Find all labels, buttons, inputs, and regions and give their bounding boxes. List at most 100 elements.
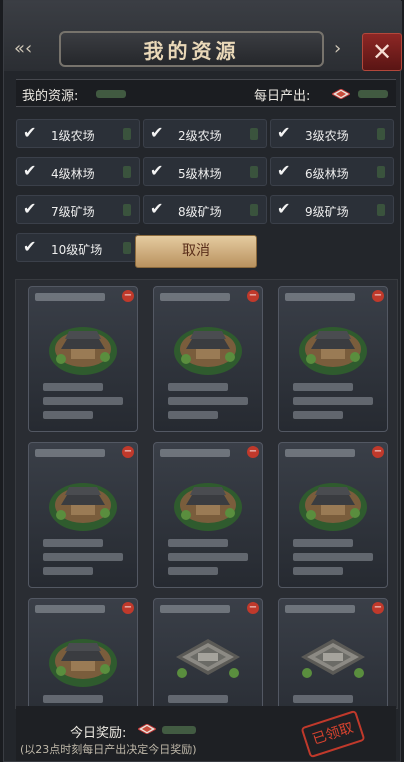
check-icon: ✔ (150, 199, 164, 218)
filter-count-bar (123, 204, 131, 216)
remove-badge-icon[interactable]: − (122, 602, 134, 614)
filter-chip[interactable]: ✔ 1级农场 (16, 119, 140, 148)
card-info-redacted (43, 383, 125, 421)
my-resources-value (96, 90, 126, 98)
farm-image (174, 483, 242, 531)
filter-chip[interactable]: ✔ 6级林场 (270, 157, 394, 186)
remove-badge-icon[interactable]: − (372, 446, 384, 458)
filter-label: 6级林场 (305, 167, 349, 181)
diamond-icon (138, 724, 156, 734)
reward-footer: 今日奖励: (以23点时刻每日产出决定今日奖励) 已领取 (16, 706, 396, 761)
filter-count-bar (377, 204, 385, 216)
remove-badge-icon[interactable]: − (247, 290, 259, 302)
check-icon: ✔ (277, 161, 291, 180)
filter-chip[interactable]: ✔ 2级农场 (143, 119, 267, 148)
card-title-redacted (285, 293, 355, 301)
filter-chip[interactable]: ✔ 8级矿场 (143, 195, 267, 224)
title-bar: «‹ 我的资源 › ✕ (4, 1, 402, 71)
filter-chip[interactable]: ✔ 10级矿场 (16, 233, 140, 262)
card-title-redacted (35, 605, 105, 613)
farm-image (49, 483, 117, 531)
check-icon: ✔ (23, 161, 37, 180)
compound-image (176, 639, 240, 678)
filter-chip[interactable]: ✔ 3级农场 (270, 119, 394, 148)
daily-output-value (358, 90, 388, 98)
farm-image (299, 483, 367, 531)
filter-count-bar (123, 242, 131, 254)
check-icon: ✔ (23, 199, 37, 218)
today-reward-value (162, 726, 196, 734)
card-title-redacted (160, 605, 230, 613)
compound-image (301, 639, 365, 678)
check-icon: ✔ (23, 123, 37, 142)
card-info-redacted (168, 383, 250, 421)
filter-count-bar (123, 166, 131, 178)
today-reward-label: 今日奖励: (70, 726, 127, 741)
cancel-button[interactable]: 取消 (135, 235, 257, 268)
remove-badge-icon[interactable]: − (372, 602, 384, 614)
filter-chip[interactable]: ✔ 7级矿场 (16, 195, 140, 224)
resource-summary: 我的资源: 每日产出: (16, 79, 396, 107)
close-button[interactable]: ✕ (362, 33, 402, 71)
card-title-redacted (285, 605, 355, 613)
check-icon: ✔ (277, 123, 291, 142)
card-info-redacted (293, 383, 375, 421)
check-icon: ✔ (277, 199, 291, 218)
filter-label: 8级矿场 (178, 205, 222, 219)
check-icon: ✔ (150, 161, 164, 180)
card-title-redacted (35, 449, 105, 457)
card-title-redacted (160, 449, 230, 457)
filter-chip[interactable]: ✔ 9级矿场 (270, 195, 394, 224)
filter-label: 3级农场 (305, 129, 349, 143)
farm-image (174, 327, 242, 375)
remove-badge-icon[interactable]: − (247, 446, 259, 458)
resource-card[interactable]: − (278, 442, 388, 588)
filter-chip[interactable]: ✔ 5级林场 (143, 157, 267, 186)
filter-label: 4级林场 (51, 167, 95, 181)
remove-badge-icon[interactable]: − (372, 290, 384, 302)
resource-card[interactable]: − (153, 442, 263, 588)
filter-count-bar (123, 128, 131, 140)
filter-label: 5级林场 (178, 167, 222, 181)
resource-card[interactable]: − (153, 598, 263, 708)
resource-panel: «‹ 我的资源 › ✕ 我的资源: 每日产出: ✔ 1级农场 ✔ 2级农场 ✔ 3级农场 ✔… (3, 0, 402, 762)
filter-label: 10级矿场 (51, 243, 103, 257)
card-info-redacted (43, 539, 125, 577)
close-icon: ✕ (371, 38, 393, 66)
page-title: 我的资源 (143, 39, 240, 63)
left-arrows-icon: «‹ (14, 38, 33, 59)
resource-card[interactable]: − (28, 442, 138, 588)
resource-card[interactable]: − (28, 286, 138, 432)
farm-image (299, 327, 367, 375)
farm-image (49, 327, 117, 375)
remove-badge-icon[interactable]: − (247, 602, 259, 614)
filter-count-bar (377, 128, 385, 140)
reward-note: (以23点时刻每日产出决定今日奖励) (20, 743, 197, 756)
card-title-redacted (35, 293, 105, 301)
filter-label: 7级矿场 (51, 205, 95, 219)
resource-card[interactable]: − (153, 286, 263, 432)
resource-card-grid[interactable]: − − − − − − − − − (15, 279, 398, 709)
card-info-redacted (168, 539, 250, 577)
check-icon: ✔ (23, 237, 37, 256)
filter-label: 2级农场 (178, 129, 222, 143)
filter-label: 1级农场 (51, 129, 95, 143)
resource-card[interactable]: − (278, 286, 388, 432)
filter-count-bar (377, 166, 385, 178)
check-icon: ✔ (150, 123, 164, 142)
resource-card[interactable]: − (28, 598, 138, 708)
card-info-redacted (293, 539, 375, 577)
filter-count-bar (250, 204, 258, 216)
remove-badge-icon[interactable]: − (122, 446, 134, 458)
daily-output-label: 每日产出: (254, 89, 311, 104)
filter-label: 9级矿场 (305, 205, 349, 219)
resource-card[interactable]: − (278, 598, 388, 708)
filter-chip[interactable]: ✔ 4级林场 (16, 157, 140, 186)
card-title-redacted (160, 293, 230, 301)
filter-count-bar (250, 166, 258, 178)
diamond-icon (332, 89, 350, 99)
remove-badge-icon[interactable]: − (122, 290, 134, 302)
filter-count-bar (250, 128, 258, 140)
claimed-stamp: 已领取 (300, 709, 366, 759)
card-title-redacted (285, 449, 355, 457)
